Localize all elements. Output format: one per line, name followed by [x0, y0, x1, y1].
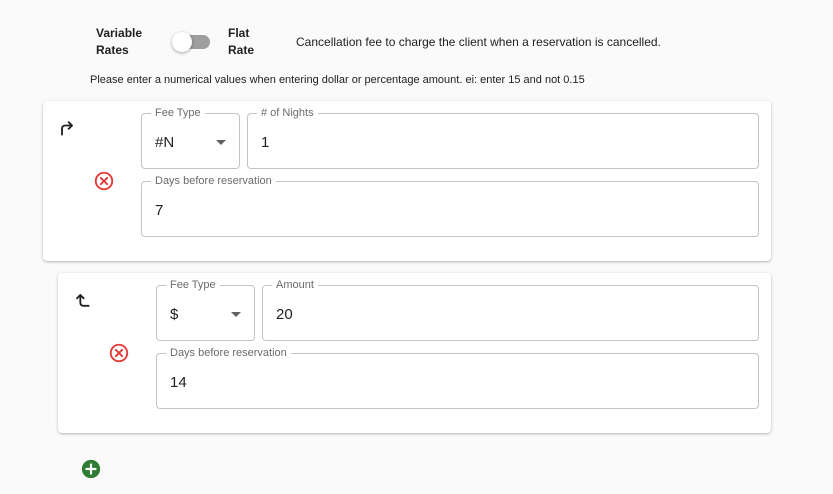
days-before-input[interactable]: Days before reservation 14 — [156, 346, 759, 409]
fee-type-value: $ — [170, 306, 179, 323]
arrow-turn-up-left-icon — [76, 294, 90, 307]
fee-type-label: Fee Type — [151, 106, 205, 120]
nights-value: 1 — [261, 134, 270, 151]
days-before-label: Days before reservation — [166, 346, 291, 360]
flat-rate-label-line1: Flat — [228, 26, 250, 40]
switch-thumb[interactable] — [172, 32, 192, 52]
days-before-label: Days before reservation — [151, 174, 276, 188]
nights-label: # of Nights — [257, 106, 318, 120]
fee-type-select[interactable]: Fee Type $ — [156, 278, 255, 341]
flat-rate-label: Flat Rate — [228, 25, 254, 59]
numeric-hint: Please enter a numerical values when ent… — [90, 74, 585, 86]
fee-type-select[interactable]: Fee Type #N — [141, 106, 240, 169]
nights-input[interactable]: # of Nights 1 — [247, 106, 759, 169]
variable-rates-label-line1: Variable — [96, 26, 143, 40]
fee-type-value: #N — [155, 134, 175, 151]
cancellation-description: Cancellation fee to charge the client wh… — [296, 35, 661, 49]
arrow-turn-up-right-icon — [61, 121, 73, 136]
rate-type-switch[interactable] — [172, 32, 212, 52]
flat-rate-label-line2: Rate — [228, 43, 255, 57]
chevron-down-icon — [231, 312, 241, 317]
remove-circle-icon[interactable] — [93, 170, 115, 192]
fee-card-1: Fee Type #N # of Nights 1 Days before re… — [43, 101, 771, 261]
amount-label: Amount — [272, 278, 318, 292]
amount-value: 20 — [276, 306, 293, 323]
chevron-down-icon — [216, 140, 226, 145]
variable-rates-label: Variable Rates — [96, 25, 142, 59]
amount-input[interactable]: Amount 20 — [262, 278, 759, 341]
days-before-value: 14 — [170, 374, 187, 391]
variable-rates-label-line2: Rates — [96, 43, 129, 57]
fee-type-label: Fee Type — [166, 278, 220, 292]
days-before-value: 7 — [155, 202, 164, 219]
remove-circle-icon[interactable] — [108, 342, 130, 364]
add-circle-icon[interactable] — [81, 459, 101, 479]
fee-card-2: Fee Type $ Amount 20 Days before reserva… — [58, 273, 771, 433]
days-before-input[interactable]: Days before reservation 7 — [141, 174, 759, 237]
